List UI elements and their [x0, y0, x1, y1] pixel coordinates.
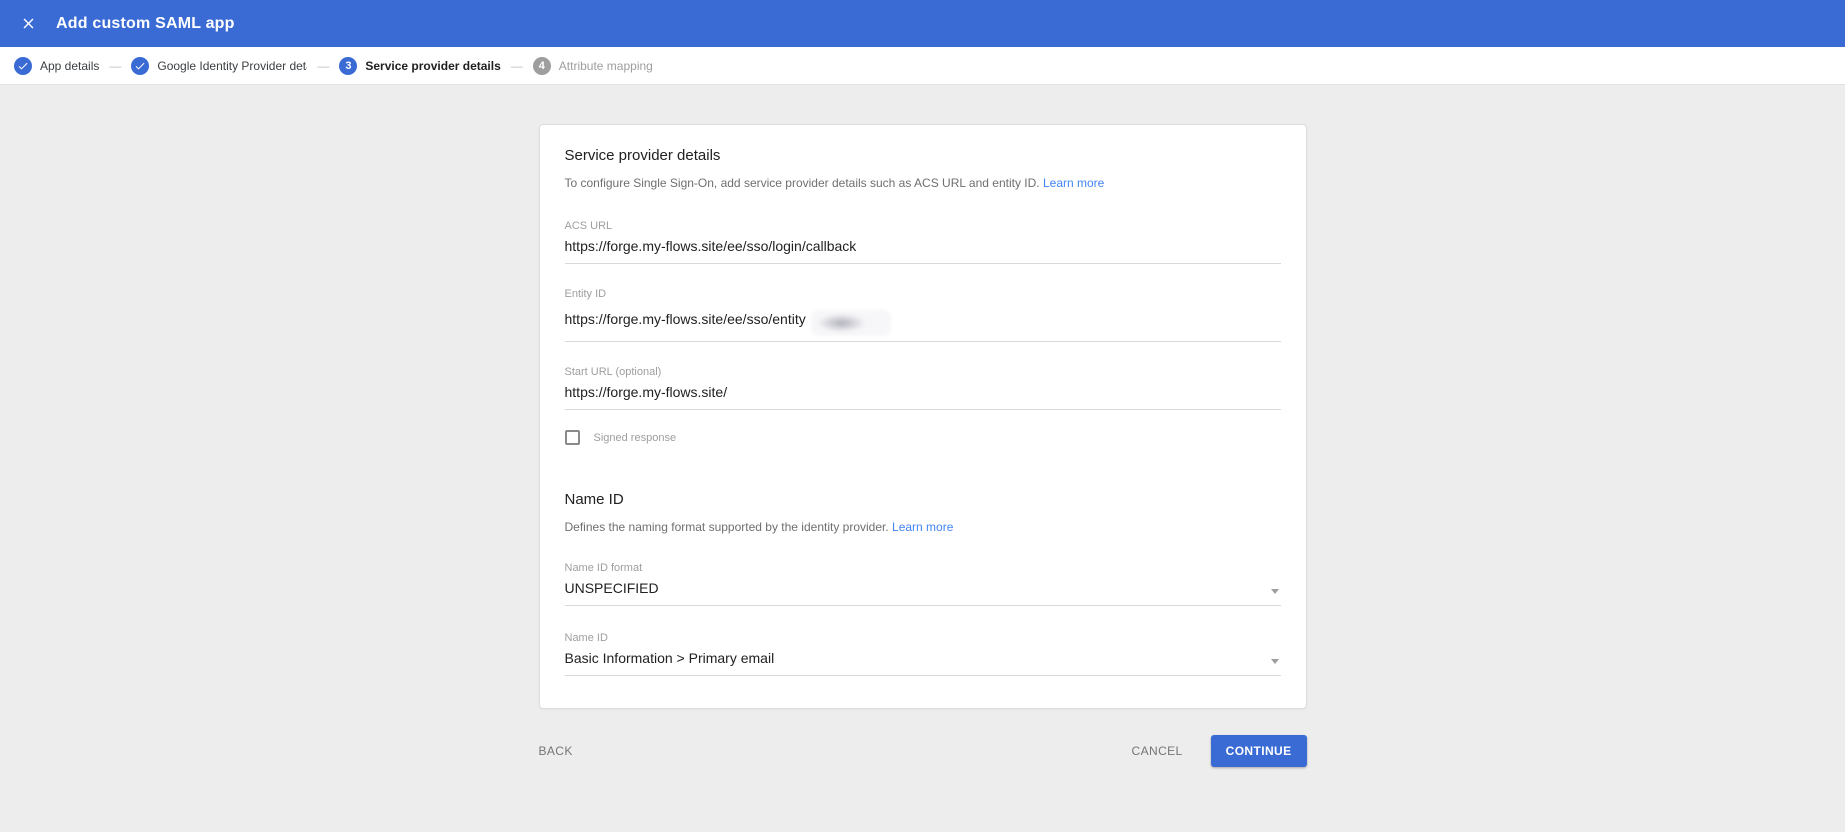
entity-id-redaction-blur	[810, 310, 891, 336]
acs-url-label: ACS URL	[564, 220, 613, 232]
step-separator: —	[317, 58, 330, 73]
name-id-description-text: Defines the naming format supported by t…	[564, 520, 889, 534]
step-service-provider-details[interactable]: 3 Service provider details	[339, 56, 501, 75]
learn-more-link[interactable]: Learn more	[1043, 176, 1104, 190]
name-id-format-value: UNSPECIFIED	[564, 580, 659, 596]
name-id-section-description: Defines the naming format supported by t…	[565, 520, 1281, 534]
check-icon	[17, 60, 29, 72]
name-id-select[interactable]: Basic Information > Primary email	[564, 650, 1281, 676]
name-id-label: Name ID	[564, 632, 608, 644]
name-id-section-title: Name ID	[564, 491, 624, 508]
name-id-format-label: Name ID format	[564, 562, 643, 574]
arrow-drop-down-icon	[1270, 658, 1279, 664]
name-id-field: Name ID Basic Information > Primary emai…	[564, 632, 1281, 676]
step-1-circle	[14, 56, 32, 75]
check-icon	[134, 60, 146, 72]
dialog-header: Add custom SAML app	[0, 0, 1845, 47]
close-icon	[20, 15, 37, 32]
step-2-label: Google Identity Provider details	[157, 58, 307, 73]
close-button[interactable]	[16, 12, 40, 36]
acs-url-field: ACS URL https://forge.my-flows.site/ee/s…	[564, 220, 1281, 264]
service-provider-details-card: Service provider details To configure Si…	[538, 124, 1307, 709]
step-3-label: Service provider details	[365, 58, 501, 73]
step-2-circle	[131, 56, 150, 75]
footer-right-actions: CANCEL CONTINUE	[1132, 735, 1307, 767]
card-description: To configure Single Sign-On, add service…	[565, 176, 1281, 190]
step-separator: —	[510, 58, 523, 73]
signed-response-row: Signed response	[564, 430, 1281, 445]
step-3-circle: 3	[339, 56, 358, 75]
step-4-circle: 4	[532, 56, 551, 75]
name-id-format-field: Name ID format UNSPECIFIED	[564, 562, 1281, 606]
step-app-details[interactable]: App details	[14, 56, 100, 75]
cancel-button[interactable]: CANCEL	[1132, 736, 1183, 766]
step-separator: —	[109, 58, 122, 73]
step-1-label: App details	[40, 58, 100, 73]
dialog-title: Add custom SAML app	[56, 14, 235, 32]
back-button[interactable]: BACK	[539, 736, 573, 766]
signed-response-label: Signed response	[593, 431, 677, 444]
name-id-format-select[interactable]: UNSPECIFIED	[564, 580, 1281, 606]
step-attribute-mapping[interactable]: 4 Attribute mapping	[532, 56, 653, 75]
acs-url-input[interactable]: https://forge.my-flows.site/ee/sso/login…	[564, 238, 1281, 264]
step-4-label: Attribute mapping	[558, 58, 653, 73]
step-google-idp-details[interactable]: Google Identity Provider details	[131, 56, 307, 75]
start-url-input[interactable]: https://forge.my-flows.site/	[564, 384, 1281, 410]
dialog-footer: BACK CANCEL CONTINUE	[539, 735, 1307, 767]
entity-id-field: Entity ID https://forge.my-flows.site/ee…	[564, 288, 1281, 342]
acs-url-value: https://forge.my-flows.site/ee/sso/login…	[564, 238, 857, 254]
entity-id-input[interactable]: https://forge.my-flows.site/ee/sso/entit…	[564, 306, 1281, 342]
start-url-field: Start URL (optional) https://forge.my-fl…	[564, 366, 1281, 410]
stepper: App details — Google Identity Provider d…	[0, 47, 1845, 85]
continue-button[interactable]: CONTINUE	[1210, 735, 1307, 767]
start-url-value: https://forge.my-flows.site/	[564, 384, 728, 400]
card-title: Service provider details	[564, 147, 721, 164]
arrow-drop-down-icon	[1270, 588, 1279, 594]
card-description-text: To configure Single Sign-On, add service…	[564, 176, 1040, 190]
name-id-value: Basic Information > Primary email	[564, 650, 775, 666]
name-id-learn-more-link[interactable]: Learn more	[892, 520, 953, 534]
start-url-label: Start URL (optional)	[564, 366, 662, 378]
entity-id-value: https://forge.my-flows.site/ee/sso/entit…	[564, 311, 806, 327]
signed-response-checkbox[interactable]	[564, 430, 580, 445]
entity-id-label: Entity ID	[564, 288, 607, 300]
name-id-section: Name ID Defines the naming format suppor…	[564, 491, 1281, 676]
